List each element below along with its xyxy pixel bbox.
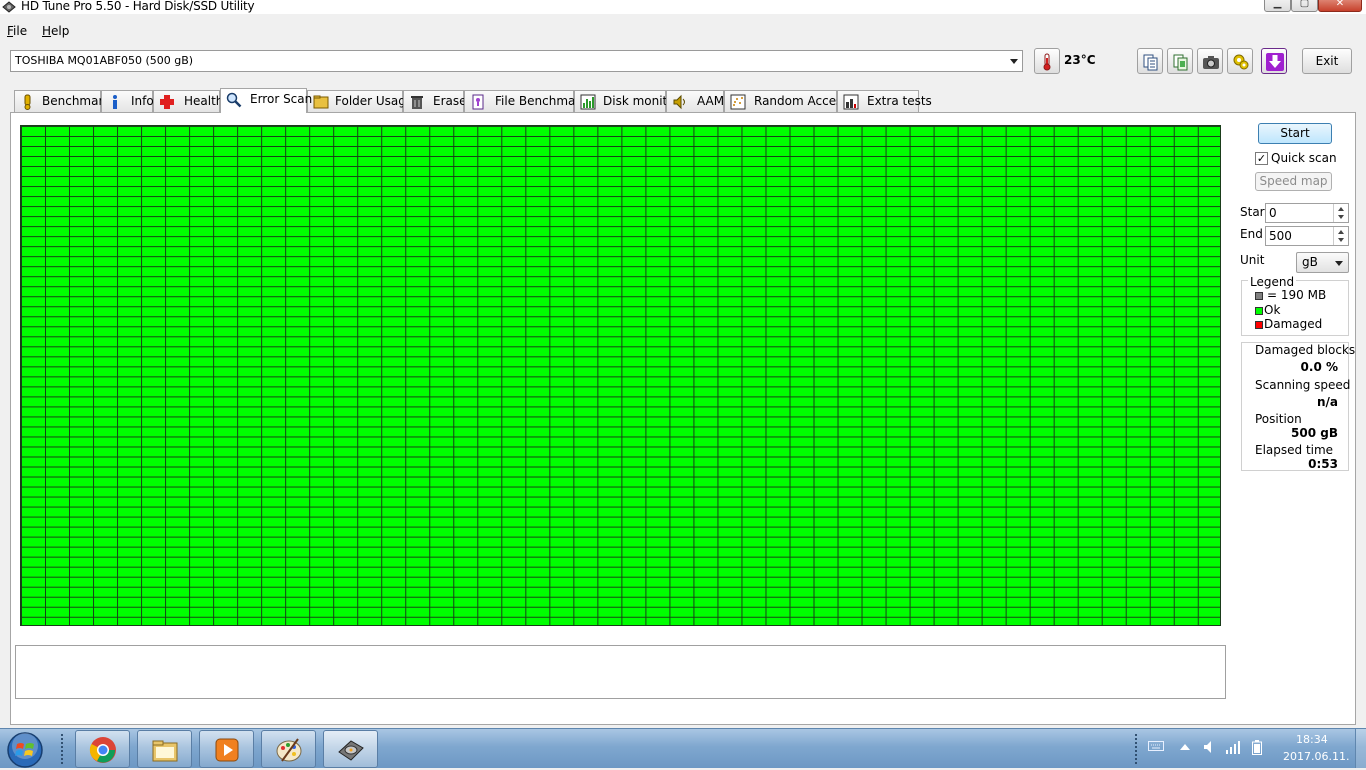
scan-block-grid: [20, 125, 1221, 626]
chevron-down-icon: [1335, 261, 1343, 266]
menu-file[interactable]: File: [7, 24, 27, 38]
copy-info-icon: [1173, 54, 1188, 71]
legend-title: Legend: [1248, 275, 1297, 289]
file-benchmark-icon: [472, 94, 484, 110]
tab-extra-tests[interactable]: Extra tests: [837, 90, 932, 112]
tab-erase[interactable]: Erase: [403, 90, 467, 112]
save-icon: [1266, 53, 1284, 71]
folder-icon: [313, 95, 329, 109]
start-input[interactable]: 0: [1265, 203, 1349, 223]
thermometer-icon: [1043, 53, 1051, 71]
start-scan-button[interactable]: Start: [1258, 123, 1332, 144]
explorer-icon: [152, 740, 178, 762]
options-button[interactable]: [1227, 48, 1253, 74]
scan-log-box: [15, 645, 1226, 699]
unit-label: Unit: [1240, 253, 1265, 267]
taskbar-paint[interactable]: [261, 730, 316, 768]
position-label: Position: [1255, 412, 1302, 426]
end-field-label: End: [1240, 227, 1263, 241]
unit-select-value: gB: [1302, 255, 1318, 269]
windows-start-icon[interactable]: [5, 730, 45, 770]
copy-text-icon: [1143, 54, 1158, 71]
hd-tune-app-icon: [2, 1, 16, 13]
red-swatch-icon: [1255, 321, 1263, 329]
tab-aam[interactable]: AAM: [666, 90, 724, 112]
benchmark-icon: [24, 94, 31, 110]
elapsed-time-value: 0:53: [1308, 457, 1338, 471]
tab-health[interactable]: Health: [153, 90, 223, 112]
elapsed-time-label: Elapsed time: [1255, 443, 1334, 457]
minimize-button[interactable]: ▁: [1264, 0, 1291, 12]
exit-button[interactable]: Exit: [1302, 48, 1352, 74]
show-desktop-button[interactable]: [1355, 729, 1366, 768]
tab-folder-usage[interactable]: Folder Usage: [307, 90, 413, 112]
clock-date[interactable]: 2017.06.11.: [1283, 750, 1349, 763]
tab-error-scan[interactable]: Error Scan: [220, 88, 312, 113]
temperature-button[interactable]: [1034, 48, 1060, 74]
tab-benchmark[interactable]: Benchmark: [14, 90, 110, 112]
tab-info[interactable]: Info: [101, 90, 154, 112]
extra-tests-icon: [843, 94, 859, 110]
tab-bar: Benchmark Info Health Error Scan Folder …: [0, 88, 1366, 113]
screenshot-button[interactable]: [1197, 48, 1223, 74]
network-signal-icon[interactable]: [1225, 740, 1241, 754]
info-icon: [113, 95, 117, 109]
damaged-blocks-label: Damaged blocks: [1255, 343, 1356, 357]
tray-grip[interactable]: [1134, 733, 1138, 765]
window-title: HD Tune Pro 5.50 - Hard Disk/SSD Utility: [21, 0, 255, 13]
quick-scan-label: Quick scan: [1271, 151, 1337, 165]
unit-select[interactable]: gB: [1296, 252, 1349, 273]
menu-help[interactable]: Help: [42, 24, 69, 38]
disk-monitor-icon: [580, 94, 596, 110]
keyboard-icon[interactable]: [1148, 740, 1164, 752]
copy-info-button[interactable]: [1167, 48, 1193, 74]
save-button[interactable]: [1261, 48, 1287, 74]
screenshot-icon: [1203, 56, 1219, 69]
taskbar-grip[interactable]: [60, 733, 64, 765]
tab-disk-monitor[interactable]: Disk monitor: [574, 90, 680, 112]
scanning-speed-label: Scanning speed: [1255, 378, 1351, 392]
damaged-blocks-value: 0.0 %: [1300, 360, 1338, 374]
copy-text-button[interactable]: [1137, 48, 1163, 74]
tab-random-access[interactable]: Random Access: [724, 90, 849, 112]
scanning-speed-value: n/a: [1316, 395, 1338, 409]
end-spinner[interactable]: [1333, 227, 1348, 245]
close-button[interactable]: ✕: [1318, 0, 1362, 12]
health-icon: [160, 95, 174, 109]
paint-icon: [276, 738, 302, 762]
start-spinner[interactable]: [1333, 204, 1348, 222]
gray-swatch-icon: [1255, 292, 1263, 300]
random-access-icon: [730, 94, 746, 110]
title-bar[interactable]: HD Tune Pro 5.50 - Hard Disk/SSD Utility…: [0, 0, 1366, 14]
end-input-value: 500: [1269, 229, 1292, 243]
quick-scan-check[interactable]: ✓: [1255, 152, 1268, 165]
green-swatch-icon: [1255, 307, 1263, 315]
chevron-down-icon: [1010, 59, 1018, 64]
taskbar-explorer[interactable]: [137, 730, 192, 768]
maximize-button[interactable]: ▢: [1291, 0, 1318, 12]
chevron-up-icon[interactable]: [1180, 744, 1190, 750]
speed-map-button[interactable]: Speed map: [1255, 172, 1332, 191]
speaker-icon: [673, 94, 685, 110]
trash-icon: [411, 96, 423, 109]
volume-icon[interactable]: [1203, 740, 1215, 754]
battery-icon[interactable]: [1252, 740, 1262, 755]
taskbar-hd-tune[interactable]: [323, 730, 378, 768]
start-input-value: 0: [1269, 206, 1277, 220]
end-input[interactable]: 500: [1265, 226, 1349, 246]
clock-time[interactable]: 18:34: [1296, 733, 1328, 746]
options-icon: [1233, 54, 1249, 70]
temperature-value: 23°C: [1064, 53, 1096, 67]
position-value: 500 gB: [1291, 426, 1338, 440]
hd-tune-icon: [338, 740, 364, 761]
taskbar-chrome[interactable]: [75, 730, 130, 768]
chrome-icon: [89, 737, 116, 763]
tab-file-benchmark[interactable]: File Benchmark: [464, 90, 587, 112]
drive-select-value: TOSHIBA MQ01ABF050 (500 gB): [15, 54, 194, 67]
drive-select[interactable]: TOSHIBA MQ01ABF050 (500 gB): [10, 50, 1023, 72]
taskbar-media-player[interactable]: [199, 730, 254, 768]
search-icon: [226, 92, 242, 108]
media-player-icon: [215, 738, 239, 762]
